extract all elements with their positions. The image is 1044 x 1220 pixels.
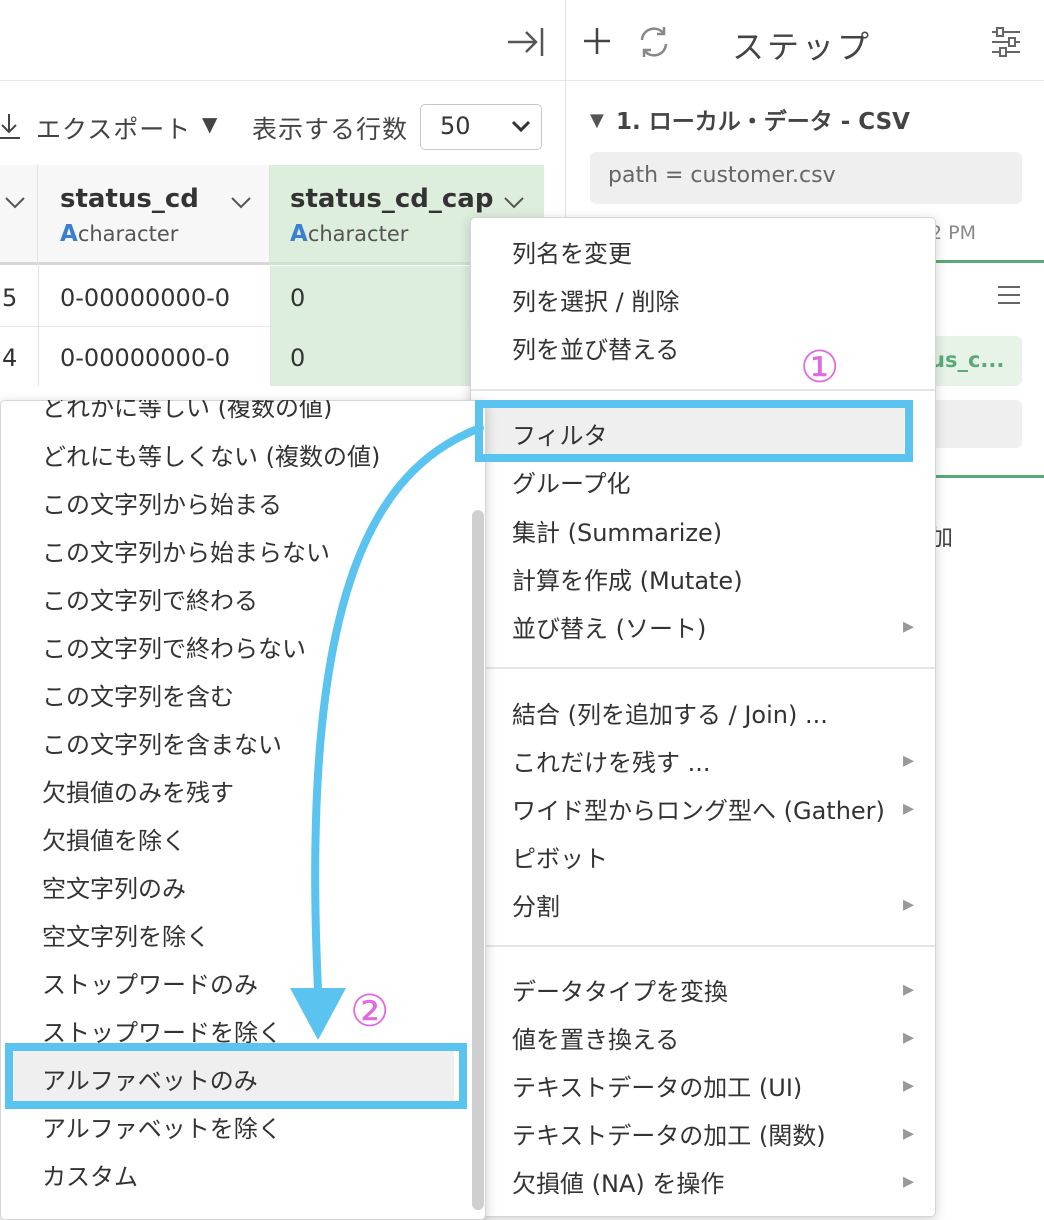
column-name: status_cd [60,184,199,214]
filter-item-starts-with[interactable]: この文字列から始まる [42,485,282,520]
filter-item-empty-only[interactable]: 空文字列のみ [42,869,186,904]
submenu-arrow-icon: ▸ [903,1169,915,1194]
menu-item-sort[interactable]: 並び替え (ソート) [512,609,706,644]
menu-item-group-by[interactable]: グループ化 [512,464,631,499]
column-header-status-cd[interactable] [38,165,270,265]
callout-box-alphabet-only [5,1043,467,1109]
submenu-arrow-icon: ▸ [903,614,915,639]
menu-item-pivot[interactable]: ピボット [512,839,608,874]
table-cell[interactable]: 0 [290,344,305,372]
submenu-arrow-icon: ▸ [903,977,915,1002]
step-chip-label: us_c... [930,348,1005,372]
step-timestamp: 2 PM [930,222,976,244]
filter-item-custom[interactable]: カスタム [42,1157,138,1192]
caret-down-icon[interactable]: ▼ [202,112,217,136]
callout-number-1: ① [800,342,840,393]
menu-item-keep-only[interactable]: これだけを残す ... [512,743,711,778]
menu-item-text-function[interactable]: テキストデータの加工 (関数) [512,1116,826,1151]
menu-item-join[interactable]: 結合 (列を追加する / Join) ... [512,695,828,730]
filter-item-exclude-empty[interactable]: 空文字列を除く [42,917,210,952]
collapse-caret-icon[interactable]: ▼ [590,110,604,131]
callout-number-2: ② [350,986,390,1037]
menu-item-select-delete[interactable]: 列を選択 / 削除 [512,282,679,317]
table-cell[interactable]: 4 [2,344,17,372]
step-title[interactable]: 1. ローカル・データ - CSV [616,102,910,136]
export-button[interactable]: エクスポート [36,110,191,146]
submenu-arrow-icon: ▸ [903,892,915,917]
character-type-icon: A [60,221,78,247]
filter-item-not-ends-with[interactable]: この文字列で終わらない [42,629,306,664]
menu-item-rename[interactable]: 列名を変更 [512,234,632,269]
filter-item-exclude-alphabet[interactable]: アルファベットを除く [42,1109,282,1144]
submenu-arrow-icon: ▸ [903,748,915,773]
steps-panel-title: ステップ [732,28,873,66]
chevron-down-icon[interactable] [503,196,525,210]
menu-item-replace-values[interactable]: 値を置き換える [512,1020,679,1055]
table-cell[interactable]: 0-00000000-0 [60,284,230,312]
collapse-panel-icon[interactable] [506,24,546,60]
hamburger-menu-icon[interactable] [996,284,1022,306]
column-name: status_cd_cap [290,184,494,214]
filter-item-stopwords-only[interactable]: ストップワードのみ [42,965,258,1000]
menu-separator [471,667,935,669]
filter-item-not-contains[interactable]: この文字列を含まない [42,725,282,760]
menu-item-summarize[interactable]: 集計 (Summarize) [512,513,722,548]
submenu-scrollbar[interactable] [472,510,484,1210]
filter-item-ends-with[interactable]: この文字列で終わる [42,581,258,616]
submenu-arrow-icon: ▸ [903,1025,915,1050]
menu-separator [471,945,935,947]
filter-item-na-only[interactable]: 欠損値のみを残す [42,773,234,808]
menu-item-mutate[interactable]: 計算を作成 (Mutate) [512,561,743,596]
filter-item-not-starts-with[interactable]: この文字列から始まらない [42,533,330,568]
table-cell[interactable]: 0 [290,284,305,312]
column-header-previous[interactable] [0,165,38,265]
submenu-arrow-icon: ▸ [903,796,915,821]
submenu-arrow-icon: ▸ [903,1121,915,1146]
submenu-arrow-icon: ▸ [903,1073,915,1098]
refresh-icon[interactable] [636,24,672,60]
download-icon[interactable] [0,112,22,140]
menu-item-text-ui[interactable]: テキストデータの加工 (UI) [512,1068,802,1103]
settings-sliders-icon[interactable] [988,26,1024,58]
menu-item-split[interactable]: 分割 [512,887,560,922]
filter-item-contains[interactable]: この文字列を含む [42,677,234,712]
rows-count-value: 50 [440,112,471,140]
menu-item-missing-values[interactable]: 欠損値 (NA) を操作 [512,1164,724,1199]
menu-item-reorder[interactable]: 列を並び替える [512,330,679,365]
step-parameter: path = customer.csv [608,163,836,188]
row-divider [0,326,544,327]
filter-item-exclude-na[interactable]: 欠損値を除く [42,821,186,856]
add-step-icon[interactable] [582,26,612,56]
menu-item-gather[interactable]: ワイド型からロング型へ (Gather) [512,791,885,826]
callout-box-filter [475,400,913,462]
menu-separator [471,389,935,391]
chevron-down-icon[interactable] [510,116,532,136]
column-type: Acharacter [60,221,179,247]
table-cell[interactable]: 5 [2,284,17,312]
menu-item-convert-type[interactable]: データタイプを変換 [512,972,728,1007]
column-type: Acharacter [290,221,409,247]
rows-count-label: 表示する行数 [252,115,409,144]
chevron-down-icon[interactable] [230,196,252,210]
chevron-down-icon[interactable] [4,196,26,210]
filter-item-equals-any[interactable]: どれかに等しい (複数の値) [42,400,332,423]
table-cell[interactable]: 0-00000000-0 [60,344,230,372]
character-type-icon: A [290,221,308,247]
filter-item-not-equals-any[interactable]: どれにも等しくない (複数の値) [42,437,380,472]
